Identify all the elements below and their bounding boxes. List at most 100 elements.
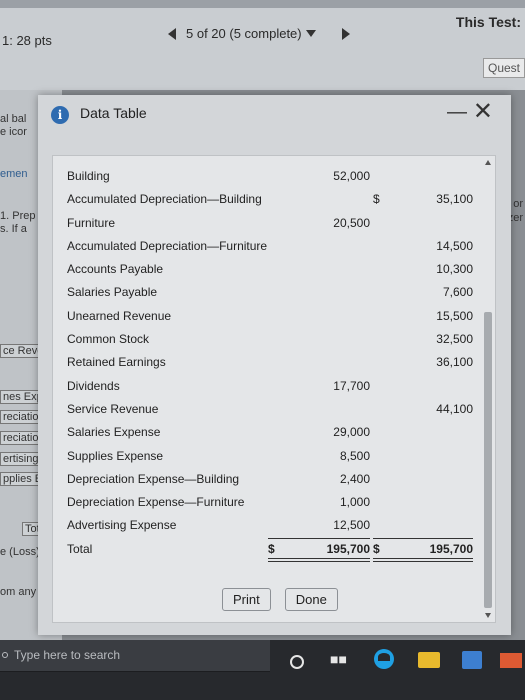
dialog-title: Data Table	[80, 105, 147, 121]
caret-down-icon	[305, 30, 316, 37]
edge-browser-icon[interactable]	[374, 649, 394, 669]
question-navigator: 5 of 20 (5 complete)	[168, 26, 350, 41]
done-button[interactable]: Done	[284, 588, 338, 611]
account-name: Dividends	[67, 378, 120, 393]
store-icon[interactable]	[462, 651, 482, 669]
table-row: Unearned Revenue 15,500	[53, 306, 483, 329]
table-row: Depreciation Expense—Furniture 1,000	[53, 492, 483, 515]
question-tab[interactable]: Quest	[482, 58, 525, 78]
taskbar: Type here to search ■■	[0, 640, 525, 700]
scroll-thumb[interactable]	[484, 312, 492, 608]
credit-amount: 36,100	[436, 355, 473, 370]
total-row: Total $195,700 $195,700	[53, 539, 483, 562]
account-name: Advertising Expense	[67, 518, 177, 533]
debit-amount: 195,700	[326, 541, 370, 556]
test-title: This Test:	[455, 14, 521, 30]
next-arrow-icon[interactable]	[341, 27, 350, 40]
bg-fragment: e icor	[0, 126, 27, 138]
bg-fragment: 1. Prep	[0, 210, 36, 222]
account-name: Service Revenue	[67, 401, 159, 416]
task-view-icon[interactable]: ■■	[330, 651, 347, 667]
account-name: Accounts Payable	[67, 262, 164, 277]
credit-amount: 14,500	[436, 238, 473, 253]
progress-label: 5 of 20 (5 complete)	[186, 26, 302, 41]
table-row: Furniture 20,500	[53, 213, 483, 236]
dialog-actions: Print Done	[222, 588, 338, 611]
taskbar-search[interactable]: Type here to search	[0, 640, 270, 672]
credit-total-double-rule	[373, 557, 473, 562]
table-row: Accumulated Depreciation—Furniture 14,500	[53, 236, 483, 259]
table-row: Common Stock 32,500	[53, 329, 483, 352]
table-row: Salaries Payable 7,600	[53, 282, 483, 305]
account-name: Accumulated Depreciation—Building	[67, 192, 262, 207]
account-name: Depreciation Expense—Furniture	[67, 495, 245, 510]
table-row: Dividends 17,700	[53, 376, 483, 399]
credit-amount: 44,100	[436, 401, 473, 416]
account-name: Accumulated Depreciation—Furniture	[67, 238, 268, 253]
account-name: Salaries Expense	[67, 425, 161, 440]
table-rows: Building 52,000 Accumulated Depreciation—B…	[53, 166, 483, 562]
debit-amount: 8,500	[339, 448, 370, 463]
credit-amount: 7,600	[442, 285, 473, 300]
debit-amount: 52,000	[333, 169, 370, 183]
scrollbar[interactable]	[484, 160, 492, 618]
account-name: Furniture	[67, 215, 116, 230]
table-row: Accumulated Depreciation—Building $35,100	[53, 189, 483, 212]
dialog-header: i Data Table — ✕	[38, 95, 511, 140]
search-placeholder: Type here to search	[14, 648, 121, 662]
account-name: Salaries Payable	[67, 285, 158, 300]
account-name: Depreciation Expense—Building	[67, 471, 240, 486]
account-name: Retained Earnings	[67, 355, 166, 370]
credit-amount: 10,300	[436, 262, 473, 277]
account-name: Total	[67, 541, 93, 556]
debit-amount: 29,000	[333, 425, 370, 440]
table-row: Building 52,000	[53, 166, 483, 189]
credit-amount: 32,500	[436, 332, 473, 347]
table-row: Depreciation Expense—Building 2,400	[53, 469, 483, 492]
progress-dropdown[interactable]: 5 of 20 (5 complete)	[186, 26, 316, 41]
bg-fragment: e (Loss)	[0, 546, 40, 558]
data-table-dialog: i Data Table — ✕ Building 52,000 Accumulat…	[38, 95, 511, 635]
credit-currency-sign: $	[373, 541, 380, 556]
bg-fragment: s. If a	[0, 223, 27, 235]
debit-amount: 20,500	[333, 215, 370, 230]
scroll-down-icon[interactable]	[485, 613, 491, 618]
credit-amount: 35,100	[436, 192, 473, 207]
account-name: Building	[67, 169, 110, 183]
minimize-icon[interactable]: —	[447, 101, 467, 124]
credit-amount: 15,500	[436, 308, 473, 323]
account-name: Supplies Expense	[67, 448, 164, 463]
search-icon	[2, 652, 8, 658]
table-row: Advertising Expense 12,500	[53, 515, 483, 539]
debit-currency-sign: $	[268, 541, 275, 556]
debit-total-double-rule	[268, 557, 370, 562]
trial-balance-table: Building 52,000 Accumulated Depreciation—B…	[52, 155, 496, 623]
table-row: Supplies Expense 8,500	[53, 446, 483, 469]
bg-fragment[interactable]: emen	[0, 168, 28, 180]
cortana-icon[interactable]	[290, 655, 304, 669]
bg-fragment-right: or	[513, 198, 523, 210]
close-icon[interactable]: ✕	[473, 97, 493, 125]
mail-icon[interactable]	[500, 653, 522, 668]
account-name: Common Stock	[67, 332, 150, 347]
table-row: Retained Earnings 36,100	[53, 352, 483, 375]
previous-arrow-icon[interactable]	[168, 27, 176, 40]
file-explorer-icon[interactable]	[418, 652, 440, 668]
table-row: Salaries Expense 29,000	[53, 422, 483, 445]
debit-amount: 17,700	[333, 378, 370, 393]
table-row: Accounts Payable 10,300	[53, 259, 483, 282]
debit-amount: 12,500	[333, 518, 370, 533]
credit-currency-sign: $	[373, 192, 380, 207]
scroll-up-icon[interactable]	[485, 160, 491, 165]
credit-amount: 195,700	[429, 541, 473, 556]
points-label: 1: 28 pts	[2, 33, 52, 48]
background-banner	[0, 0, 525, 8]
bg-fragment: al bal	[0, 113, 27, 125]
account-name: Unearned Revenue	[67, 308, 172, 323]
table-row: Service Revenue 44,100	[53, 399, 483, 422]
debit-amount: 1,000	[339, 495, 370, 510]
print-button[interactable]: Print	[222, 588, 271, 611]
background-header: 1: 28 pts 5 of 20 (5 complete) This Test…	[0, 0, 525, 90]
info-icon: i	[51, 106, 69, 124]
debit-amount: 2,400	[339, 471, 370, 486]
